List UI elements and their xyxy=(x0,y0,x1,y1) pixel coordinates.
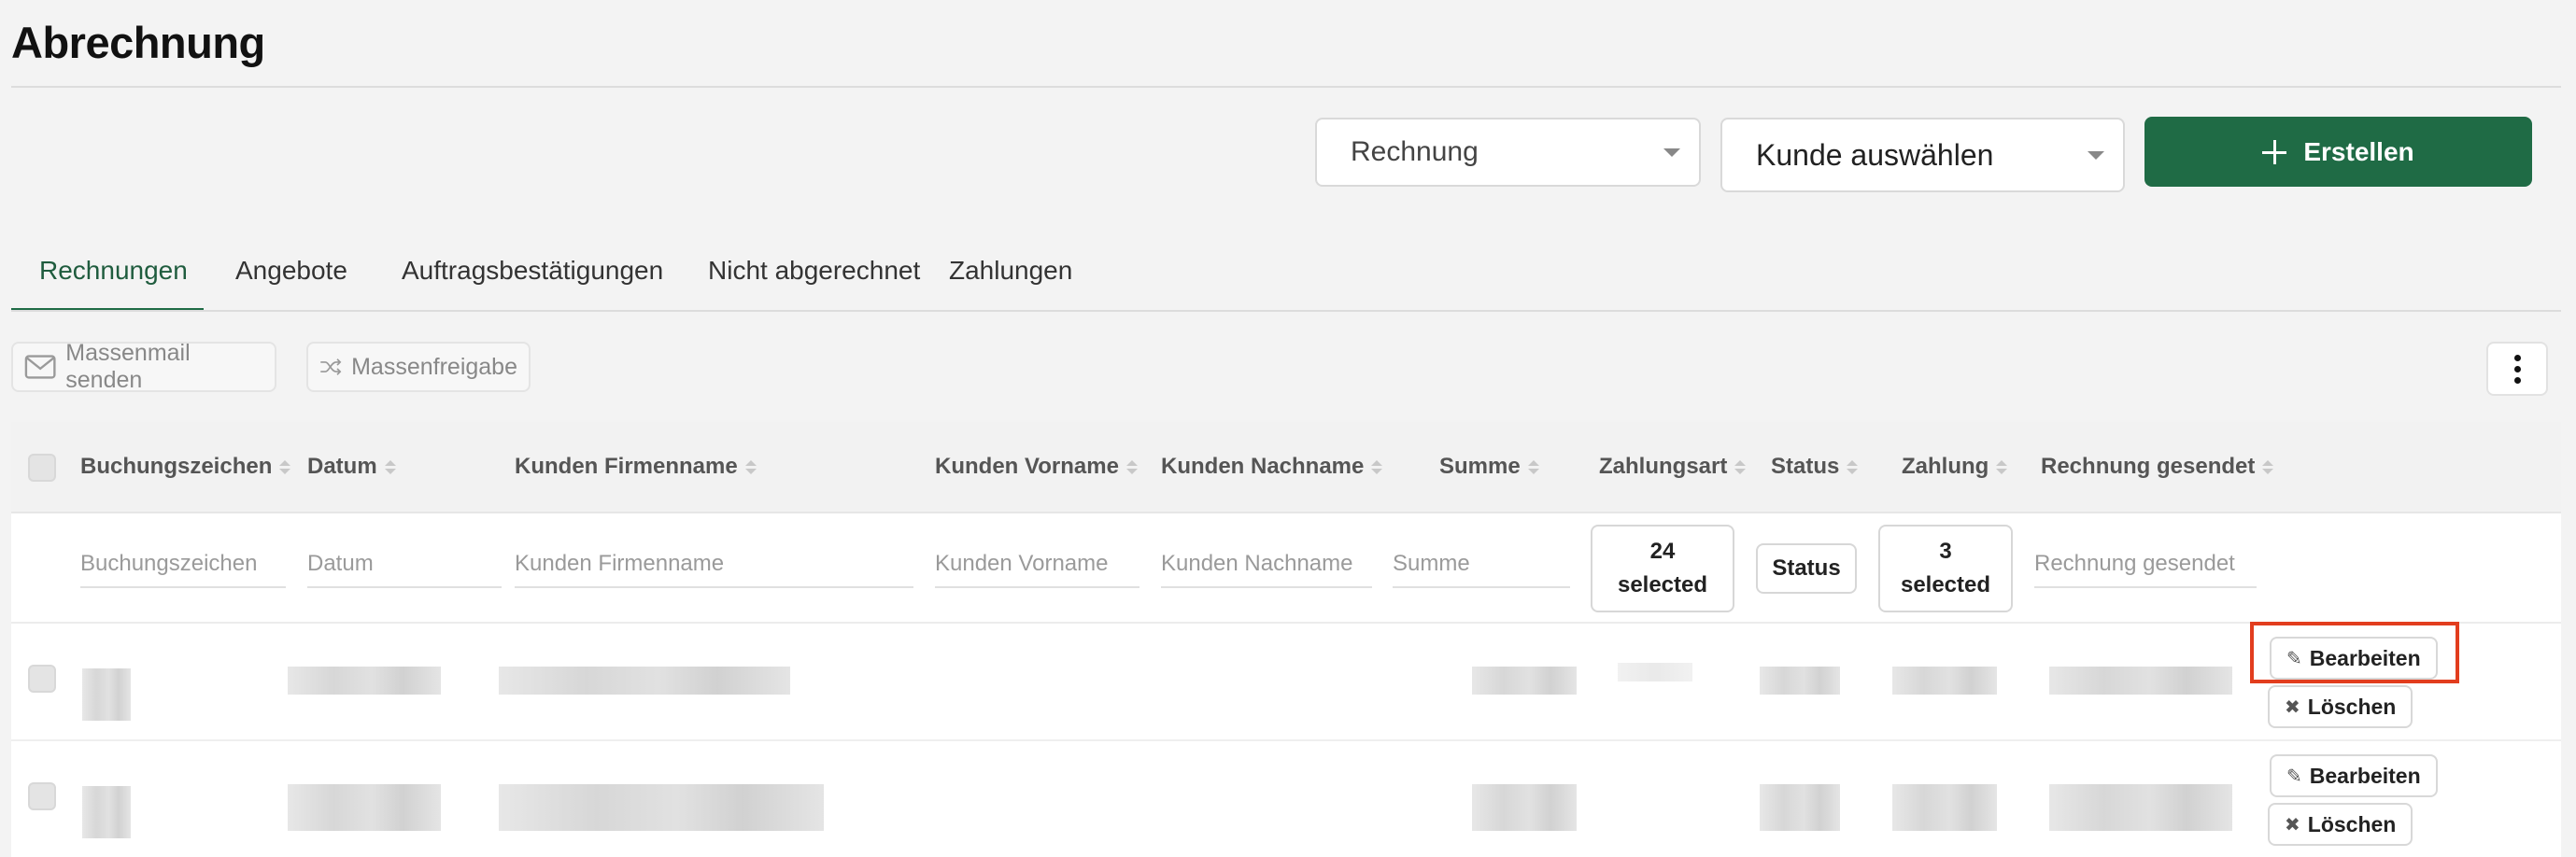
filter-summe-input[interactable]: Summe xyxy=(1393,541,1570,588)
redacted-rechnung-gesendet xyxy=(2049,784,2232,831)
tab-zahlungen[interactable]: Zahlungen xyxy=(912,243,1100,310)
redacted-status xyxy=(1760,667,1840,695)
sort-icon xyxy=(2262,459,2274,474)
sort-icon xyxy=(1371,459,1383,474)
redacted-zahlung xyxy=(1892,784,1997,831)
document-type-value: Rechnung xyxy=(1351,136,1479,167)
tab-nicht-abgerechnet[interactable]: Nicht abgerechnet xyxy=(671,243,920,310)
row-checkbox[interactable] xyxy=(28,782,56,810)
tabs-divider xyxy=(11,310,2561,312)
column-rechnung-gesendet[interactable]: Rechnung gesendet xyxy=(2041,454,2274,480)
sort-icon xyxy=(1527,459,1539,474)
customer-select-placeholder: Kunde auswählen xyxy=(1756,137,1994,172)
filter-rechnung-gesendet-input[interactable]: Rechnung gesendet xyxy=(2034,541,2257,588)
table-row: ✎ Bearbeiten ✖ Löschen xyxy=(11,743,2561,857)
mass-mail-button[interactable]: Massenmail senden xyxy=(11,340,276,393)
filter-status-button[interactable]: Status xyxy=(1756,543,1857,594)
mass-release-label: Massenfreigabe xyxy=(351,353,517,380)
create-button-label: Erstellen xyxy=(2303,136,2414,166)
select-all-checkbox[interactable] xyxy=(28,454,56,482)
tab-bar: Rechnungen Angebote Auftragsbestätigunge… xyxy=(11,243,1100,312)
filter-row: Buchungszeichen Datum Kunden Firmenname … xyxy=(11,515,2561,624)
redacted-zahlungsart xyxy=(1618,663,1692,681)
redacted-buchungszeichen xyxy=(82,786,131,838)
document-type-select[interactable]: Rechnung xyxy=(1315,118,1701,187)
tab-rechnungen[interactable]: Rechnungen xyxy=(11,243,204,312)
column-firmenname[interactable]: Kunden Firmenname xyxy=(515,454,757,480)
column-vorname[interactable]: Kunden Vorname xyxy=(935,454,1138,480)
table-header: Buchungszeichen Datum Kunden Firmenname … xyxy=(11,422,2561,513)
column-zahlungsart[interactable]: Zahlungsart xyxy=(1599,454,1747,480)
column-status[interactable]: Status xyxy=(1771,454,1859,480)
sort-icon xyxy=(1734,459,1747,474)
chevron-down-icon xyxy=(1663,148,1680,157)
page-title: Abrechnung xyxy=(11,18,265,67)
mass-release-button[interactable]: Massenfreigabe xyxy=(306,342,531,392)
edit-button[interactable]: ✎ Bearbeiten xyxy=(2270,754,2438,797)
mass-mail-label: Massenmail senden xyxy=(65,340,191,393)
sort-icon xyxy=(1125,459,1138,474)
filter-datum-input[interactable]: Datum xyxy=(307,541,502,588)
envelope-icon xyxy=(24,355,56,379)
redacted-firmenname xyxy=(499,667,790,695)
more-options-button[interactable] xyxy=(2486,342,2548,396)
close-icon: ✖ xyxy=(2285,814,2300,836)
filter-nachname-input[interactable]: Kunden Nachname xyxy=(1161,541,1372,588)
invoices-table: Buchungszeichen Datum Kunden Firmenname … xyxy=(11,422,2561,857)
redacted-status xyxy=(1760,784,1840,831)
redacted-firmenname xyxy=(499,784,824,831)
filter-zahlung-button[interactable]: 3 selected xyxy=(1878,525,2013,612)
redacted-zahlung xyxy=(1892,667,1997,695)
row-checkbox[interactable] xyxy=(28,665,56,693)
shuffle-icon xyxy=(320,358,342,375)
redacted-rechnung-gesendet xyxy=(2049,667,2232,695)
highlight-box xyxy=(2250,622,2459,683)
column-buchungszeichen[interactable]: Buchungszeichen xyxy=(80,454,291,480)
column-nachname[interactable]: Kunden Nachname xyxy=(1161,454,1383,480)
column-datum[interactable]: Datum xyxy=(307,454,396,480)
create-button[interactable]: Erstellen xyxy=(2144,117,2532,187)
plus-icon xyxy=(2262,139,2287,164)
kebab-menu-icon xyxy=(2513,354,2521,361)
customer-select[interactable]: Kunde auswählen xyxy=(1720,118,2125,192)
chevron-down-icon xyxy=(2088,151,2104,160)
sort-icon xyxy=(1996,459,2008,474)
redacted-datum xyxy=(288,667,441,695)
delete-button[interactable]: ✖ Löschen xyxy=(2268,803,2413,846)
pencil-icon: ✎ xyxy=(2286,766,2302,787)
sort-icon xyxy=(1847,459,1859,474)
sort-icon xyxy=(384,459,396,474)
column-zahlung[interactable]: Zahlung xyxy=(1902,454,2008,480)
tab-auftragsbestaetigungen[interactable]: Auftragsbestätigungen xyxy=(366,243,671,310)
redacted-buchungszeichen xyxy=(82,668,131,721)
filter-zahlungsart-button[interactable]: 24 selected xyxy=(1591,525,1734,612)
title-divider xyxy=(11,86,2561,88)
redacted-summe xyxy=(1472,784,1577,831)
filter-buchungszeichen-input[interactable]: Buchungszeichen xyxy=(80,541,286,588)
sort-icon xyxy=(744,459,757,474)
redacted-summe xyxy=(1472,667,1577,695)
table-row: ✎ Bearbeiten ✖ Löschen xyxy=(11,625,2561,741)
tab-angebote[interactable]: Angebote xyxy=(204,243,366,310)
sort-icon xyxy=(279,459,291,474)
redacted-datum xyxy=(288,784,441,831)
filter-vorname-input[interactable]: Kunden Vorname xyxy=(935,541,1139,588)
delete-button[interactable]: ✖ Löschen xyxy=(2268,685,2413,728)
close-icon: ✖ xyxy=(2285,696,2300,718)
filter-firmenname-input[interactable]: Kunden Firmenname xyxy=(515,541,913,588)
column-summe[interactable]: Summe xyxy=(1439,454,1539,480)
